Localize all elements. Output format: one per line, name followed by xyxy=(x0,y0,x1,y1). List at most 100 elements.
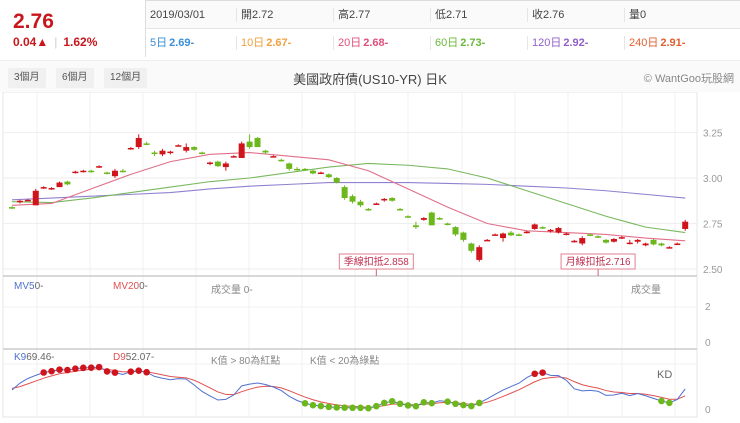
y-tick-label: 2.50 xyxy=(703,265,723,276)
candle-body xyxy=(80,170,87,173)
candle-body xyxy=(412,225,419,228)
mv5-label: MV50- xyxy=(14,281,44,292)
candle-body xyxy=(88,170,95,173)
candle-body xyxy=(492,234,499,236)
candle-body xyxy=(563,233,570,236)
ohlc-row: 2019/03/01 開2.72 高2.77 低2.71 收2.76 量0 xyxy=(146,1,740,29)
brand-link[interactable]: © WantGoo玩股網 xyxy=(644,70,734,86)
candle-body xyxy=(484,239,491,242)
volume: 量0 xyxy=(624,7,721,22)
candle-body xyxy=(151,152,158,155)
kd-green-dot xyxy=(341,404,348,411)
candle-body xyxy=(246,141,253,148)
ma-60日: 60日 2.73- xyxy=(430,36,527,50)
candle-body xyxy=(48,188,55,190)
kd-green-dot xyxy=(666,399,673,407)
open: 開2.72 xyxy=(236,7,333,22)
y-tick-label: 3.00 xyxy=(703,174,723,185)
candle-body xyxy=(420,218,427,220)
volume-tick: 2 xyxy=(705,302,711,313)
candle-body xyxy=(72,171,79,174)
candle-body xyxy=(444,223,451,225)
candle-body xyxy=(579,238,586,244)
kd-green-dot xyxy=(357,404,364,412)
marker-label: 季線扣抵2.858 xyxy=(344,255,409,268)
candle-body xyxy=(523,231,530,234)
k-label: K969.46- xyxy=(14,352,55,363)
kd-green-dot xyxy=(365,404,372,412)
kd-green-dot xyxy=(301,399,309,407)
candle-body xyxy=(634,239,641,242)
candle-body xyxy=(405,216,411,218)
kd-green-dot xyxy=(420,398,428,406)
y-tick-label: 3.25 xyxy=(703,129,723,140)
candle-body xyxy=(666,247,673,249)
candle-body xyxy=(143,143,150,145)
volume-label: 成交量 0- xyxy=(211,285,253,296)
candle-body xyxy=(373,203,380,205)
kd-red-dot xyxy=(72,365,79,373)
candle-body xyxy=(389,198,396,201)
kd-tick: 0 xyxy=(705,405,711,416)
candle-body xyxy=(587,234,594,236)
mv20-label: MV200- xyxy=(113,281,149,292)
candle-body xyxy=(476,247,483,260)
candle-body xyxy=(56,182,63,188)
candle-body xyxy=(650,239,657,245)
kd-green-dot xyxy=(373,402,380,410)
candle-body xyxy=(539,227,546,229)
candle-body xyxy=(230,156,237,158)
kd-green-dot xyxy=(428,399,436,407)
candle-body xyxy=(104,172,111,175)
candle-body xyxy=(603,239,609,243)
kd-note-green: K值 < 20為綠點 xyxy=(310,356,380,367)
kd-green-dot xyxy=(333,404,341,411)
kd-red-dot xyxy=(143,368,150,376)
chart-area: 3.25 3.00 2.75 2.50 季線扣抵2.858 月線扣抵2.716 MV50-… xyxy=(0,91,740,418)
candle-body xyxy=(428,212,435,226)
candle-body xyxy=(397,208,404,211)
kd-green-dot xyxy=(317,402,325,410)
candle-body xyxy=(436,218,443,220)
price-change: 0.04▲ | 1.62% xyxy=(13,35,98,49)
candle-body xyxy=(333,178,340,183)
kd-green-dot xyxy=(396,400,404,408)
candle-body xyxy=(167,151,174,154)
kd-title: KD xyxy=(657,369,673,381)
quote-panel: 2.76 0.04▲ | 1.62% xyxy=(0,0,147,58)
kd-red-dot xyxy=(87,364,95,371)
candle-body xyxy=(349,196,356,202)
candle-body xyxy=(294,168,301,171)
volume-title: 成交量 xyxy=(631,285,661,296)
change-value: 0.04▲ xyxy=(13,35,49,49)
candle-body xyxy=(199,152,206,155)
volume-tick: 0 xyxy=(705,338,711,349)
candle-body xyxy=(317,172,324,175)
candle-body xyxy=(175,145,182,147)
candle-body xyxy=(159,150,166,155)
candle-body xyxy=(309,170,316,174)
ma-row: 5日 2.69- 10日 2.67- 20日 2.68- 60日 2.73- 120日 2.92-… xyxy=(146,29,740,57)
kd-green-dot xyxy=(380,399,388,407)
kd-red-dot xyxy=(40,369,47,376)
kd-red-dot xyxy=(79,364,87,372)
ma-10日: 10日 2.67- xyxy=(236,36,333,50)
kd-green-dot xyxy=(475,399,483,407)
ma240-line xyxy=(11,182,686,201)
candle-body xyxy=(278,159,285,162)
candle-body xyxy=(642,243,649,246)
candle-body xyxy=(547,229,554,232)
candle-body xyxy=(674,243,681,246)
candle-body xyxy=(341,187,348,199)
candle-body xyxy=(452,227,459,235)
kd-green-dot xyxy=(444,398,451,405)
kd-green-dot xyxy=(452,400,459,408)
candle-body xyxy=(262,150,269,153)
kd-red-dot xyxy=(48,367,55,375)
candle-body xyxy=(96,166,103,168)
kd-red-dot xyxy=(95,363,103,371)
ma-5日: 5日 2.69- xyxy=(150,37,195,49)
kd-red-dot xyxy=(111,369,119,376)
kd-green-dot xyxy=(349,404,356,412)
candle-body xyxy=(302,168,309,171)
